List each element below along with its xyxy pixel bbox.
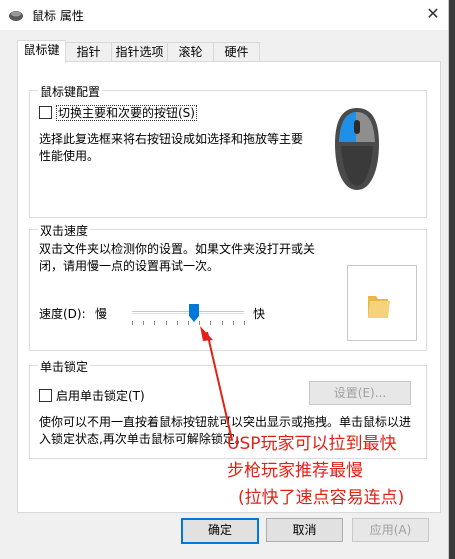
tab-buttons[interactable]: 鼠标键 xyxy=(17,40,66,63)
annotation-line-3: (拉快了速点容易连点) xyxy=(238,488,405,508)
annotation-line-2: 步枪玩家推荐最慢 xyxy=(227,461,363,481)
annotation-line-1: USP玩家可以拉到最快 xyxy=(227,434,397,454)
